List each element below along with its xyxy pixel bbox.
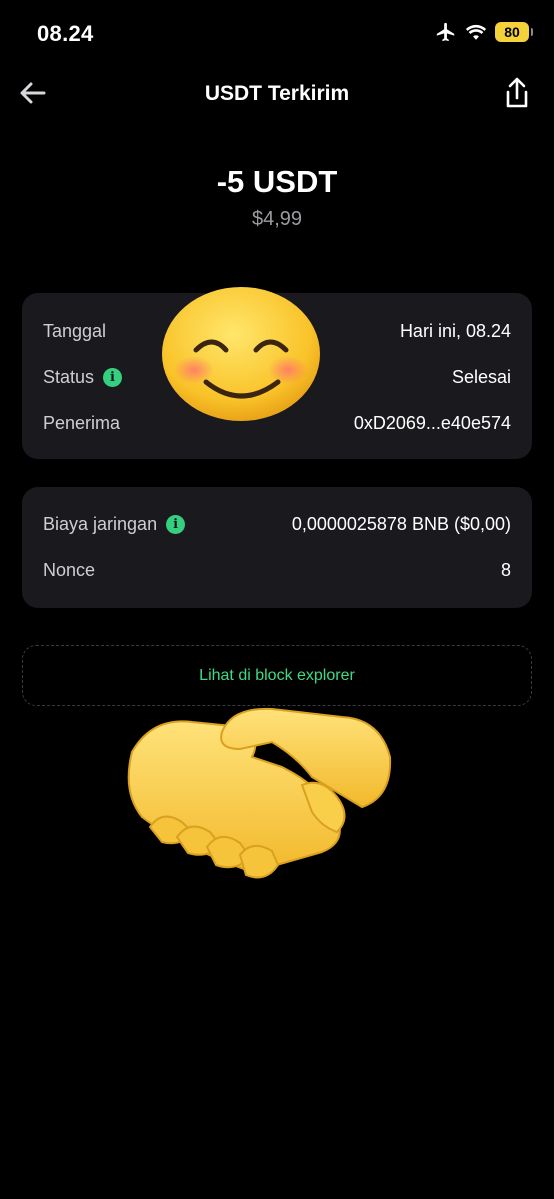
transaction-detail-screen: 08.24 80 USDT Terkirim -5 USDT $4,99 Tan… xyxy=(0,0,554,1199)
airplane-icon xyxy=(436,22,455,42)
date-label: Tanggal xyxy=(43,320,107,341)
status-label-group: Status i xyxy=(43,366,123,388)
header: USDT Terkirim xyxy=(0,70,554,118)
info-icon[interactable]: i xyxy=(103,367,123,387)
handshake-emoji xyxy=(127,707,392,879)
battery-icon: 80 xyxy=(495,22,533,42)
fiat-amount: $4,99 xyxy=(251,208,303,230)
recipient-label: Penerima xyxy=(43,412,121,433)
wifi-icon xyxy=(465,24,487,40)
fee-label-group: Biaya jaringan i xyxy=(43,513,186,535)
smiling-face-emoji xyxy=(162,287,320,421)
nonce-label: Nonce xyxy=(43,559,96,580)
status-value: Selesai xyxy=(451,366,511,387)
date-value: Hari ini, 08.24 xyxy=(399,320,511,341)
info-icon[interactable]: i xyxy=(166,514,186,534)
network-fee-value: 0,0000025878 BNB ($0,00) xyxy=(291,513,511,534)
status-bar: 08.24 80 xyxy=(0,18,554,50)
page-title: USDT Terkirim xyxy=(204,82,350,105)
network-fee-label: Biaya jaringan xyxy=(43,513,158,534)
network-fee-row: Biaya jaringan i 0,0000025878 BNB ($0,00… xyxy=(43,501,511,547)
share-icon[interactable] xyxy=(500,75,534,111)
recipient-address[interactable]: 0xD2069...e40e574 xyxy=(354,413,511,434)
block-explorer-label: Lihat di block explorer xyxy=(199,666,355,684)
crypto-amount: -5 USDT xyxy=(216,164,338,199)
battery-level: 80 xyxy=(504,24,520,40)
status-label: Status xyxy=(43,366,95,387)
fees-card: Biaya jaringan i 0,0000025878 BNB ($0,00… xyxy=(22,487,532,608)
status-icons: 80 xyxy=(435,21,533,43)
status-time: 08.24 xyxy=(37,21,94,46)
nonce-value: 8 xyxy=(500,559,511,580)
nonce-row: Nonce 8 xyxy=(43,547,511,593)
